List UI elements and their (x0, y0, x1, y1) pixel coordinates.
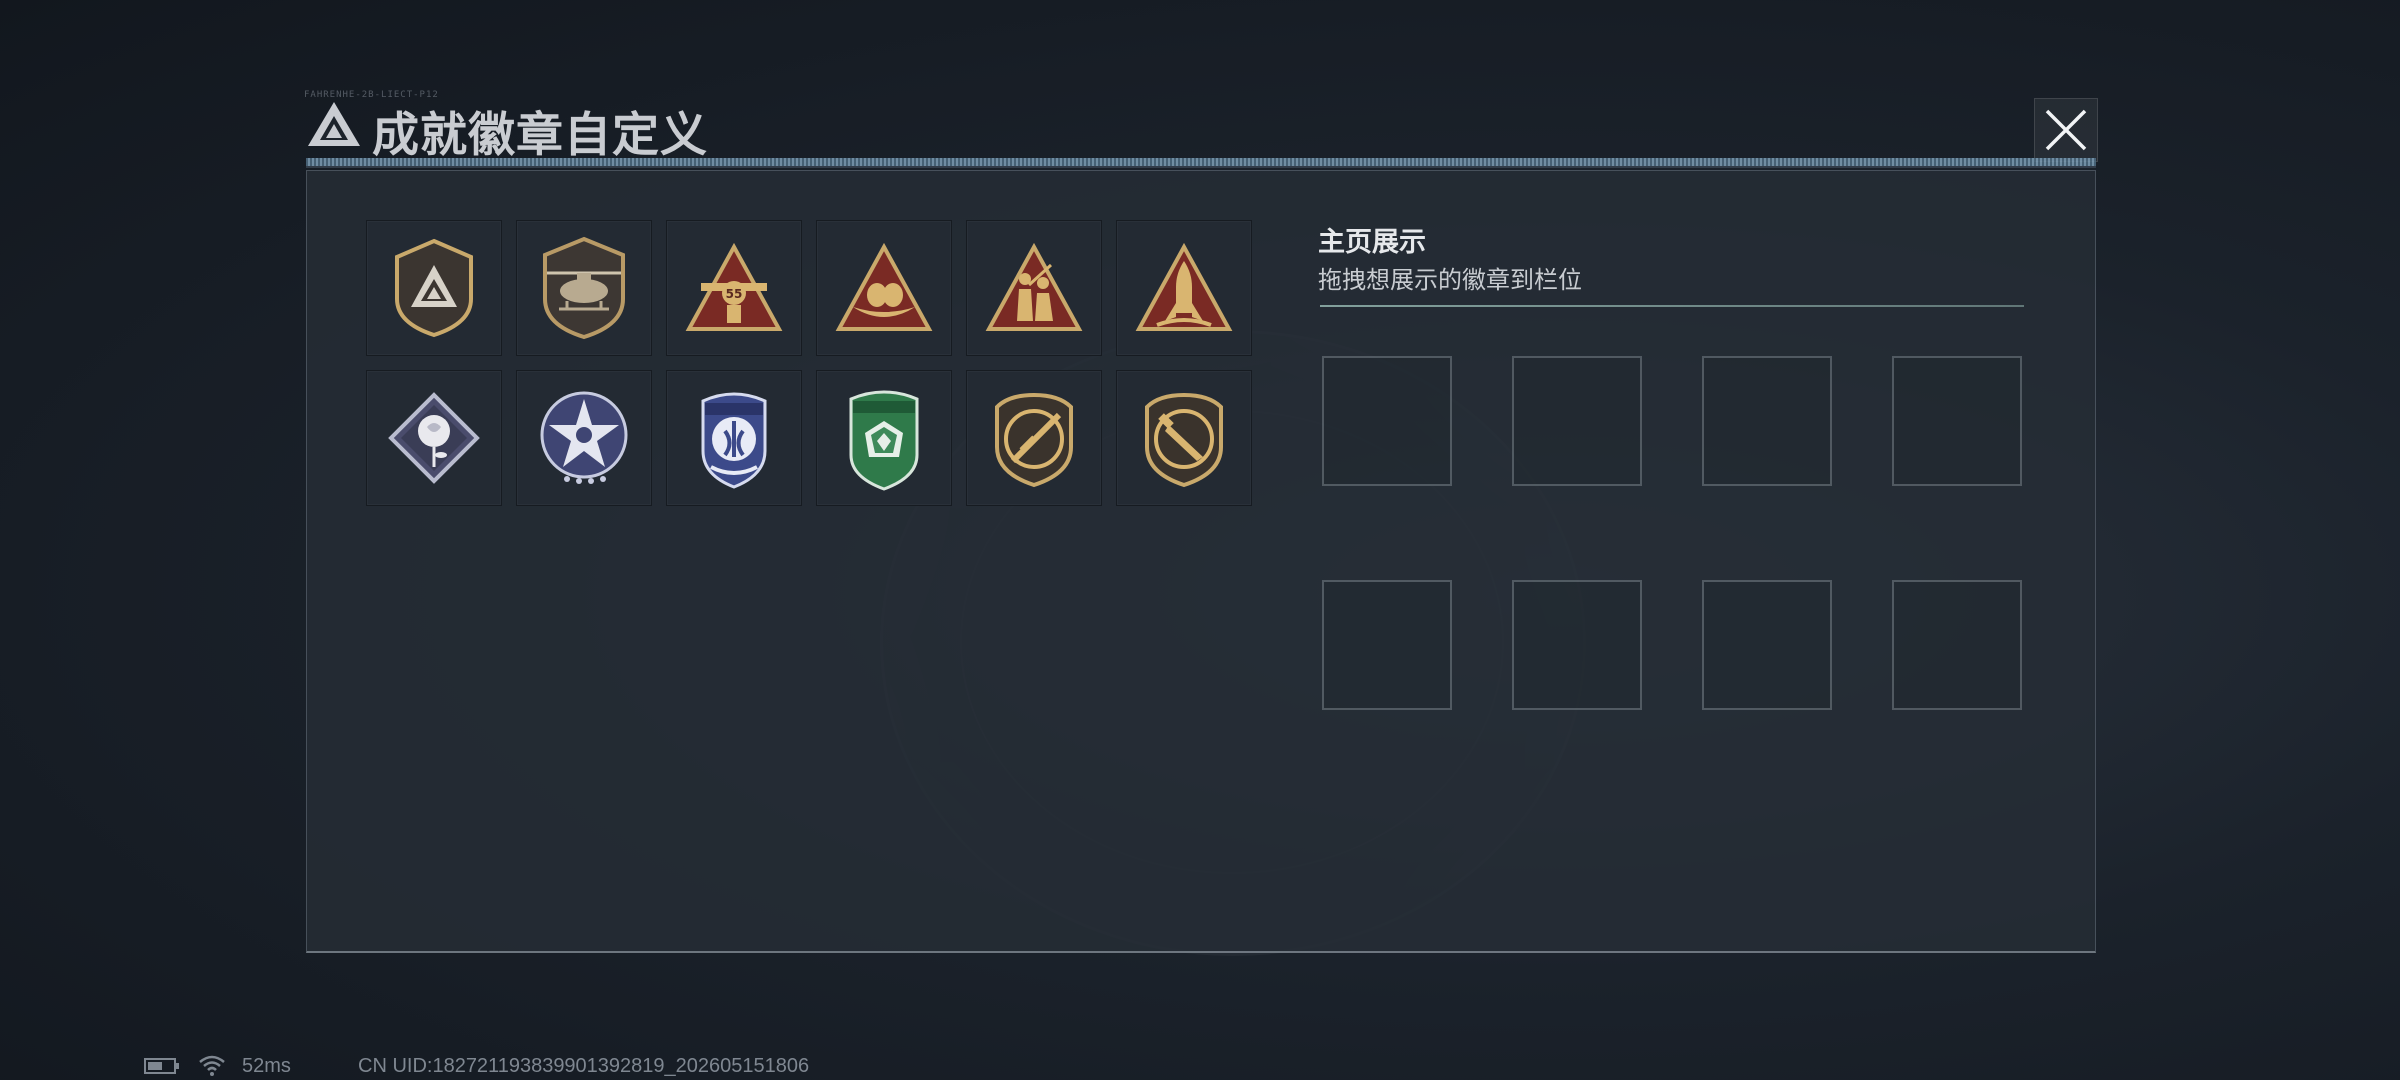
battery-icon (144, 1058, 179, 1074)
display-slot-6[interactable] (1512, 580, 1642, 710)
display-section-divider (1320, 305, 2024, 307)
badge-blue-wings[interactable] (666, 370, 802, 506)
uid-text: CN UID:18272119383990139281​9_2026051518… (358, 1055, 810, 1077)
badge-helicopter[interactable] (516, 220, 652, 356)
blue-wings-badge-icon (701, 392, 767, 489)
dialog-header: FAHRENHE-2B-LIECT-P12 成就徽章自定义 (294, 88, 2094, 163)
badge-rose[interactable] (366, 370, 502, 506)
nest-triangle-badge-icon (835, 242, 933, 331)
helicopter-shield-badge-icon (543, 236, 625, 340)
badge-55-plane[interactable]: 55 (666, 220, 802, 356)
ping-value: 52ms (242, 1055, 291, 1077)
badge-shield-triangle[interactable] (366, 220, 502, 356)
display-slot-8[interactable] (1892, 580, 2022, 710)
display-slot-2[interactable] (1512, 356, 1642, 486)
triangle-logo-icon (308, 102, 360, 146)
knife-shield-badge-icon (1145, 392, 1223, 488)
badge-eagle-nest[interactable] (816, 220, 952, 356)
close-button[interactable] (2034, 98, 2098, 162)
badge-star-eagle[interactable] (516, 370, 652, 506)
rose-diamond-badge-icon (388, 392, 480, 484)
plane-55-triangle-badge-icon: 55 (685, 242, 783, 331)
green-gem-badge-icon (849, 390, 919, 491)
display-slot-1[interactable] (1322, 356, 1452, 486)
display-slot-3[interactable] (1702, 356, 1832, 486)
display-slot-5[interactable] (1322, 580, 1452, 710)
star-eagle-badge-icon (540, 391, 628, 484)
wifi-icon (199, 1055, 225, 1076)
badge-rocket[interactable] (1116, 220, 1252, 356)
rocket-triangle-badge-icon (1135, 242, 1233, 331)
display-slot-4[interactable] (1892, 356, 2022, 486)
badge-soldiers[interactable] (966, 220, 1102, 356)
badge-green-gem[interactable] (816, 370, 952, 506)
badge-rifle[interactable] (966, 370, 1102, 506)
triangle-shield-badge-icon (395, 238, 473, 338)
display-section-title: 主页展示 (1318, 227, 1426, 257)
page-title: 成就徽章自定义 (372, 108, 708, 163)
display-slot-7[interactable] (1702, 580, 1832, 710)
svg-text:55: 55 (726, 287, 743, 301)
rifle-shield-badge-icon (995, 392, 1073, 488)
header-divider (306, 158, 2096, 168)
badge-knife[interactable] (1116, 370, 1252, 506)
close-x-icon (2045, 109, 2087, 151)
display-section-subtitle: 拖拽想展示的徽章到栏位 (1318, 267, 1582, 294)
soldiers-triangle-badge-icon (985, 242, 1083, 331)
